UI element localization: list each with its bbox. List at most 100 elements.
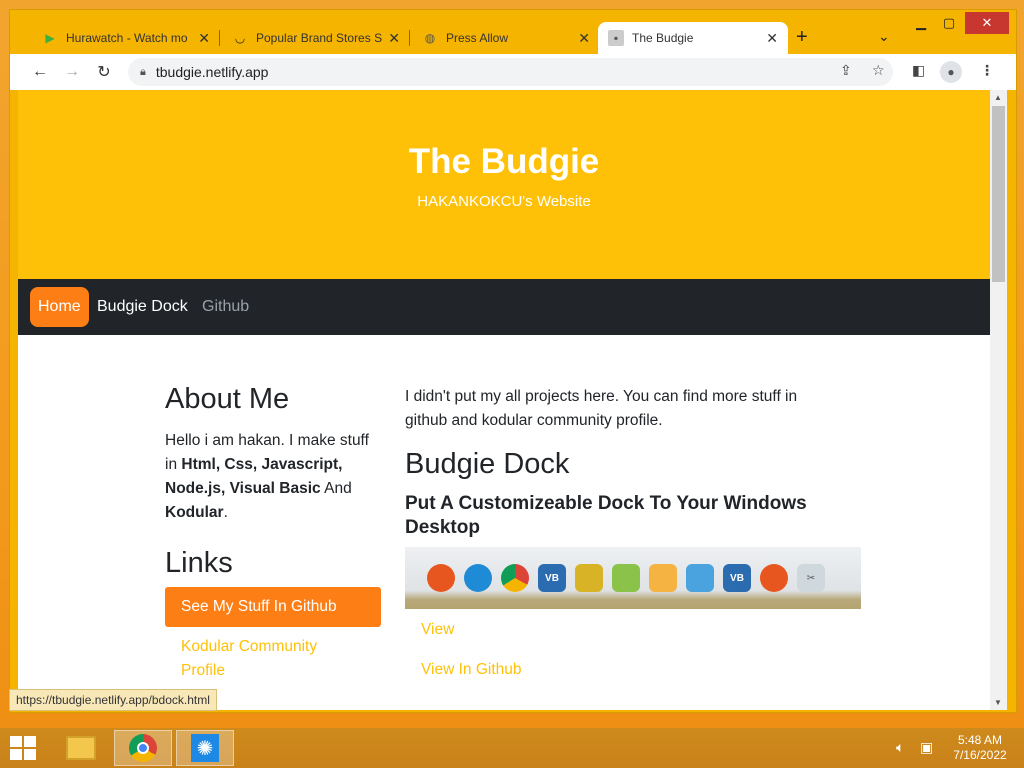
folder-blue-icon xyxy=(686,564,714,592)
kodular-profile-link[interactable]: Kodular Community Profile xyxy=(181,635,317,683)
link-status-bar: https://tbudgie.netlify.app/bdock.html xyxy=(9,689,217,711)
hero-banner: The Budgie HAKANKOKCU's Website xyxy=(18,90,990,279)
github-stuff-button[interactable]: See My Stuff In Github xyxy=(165,587,381,627)
site-title: The Budgie xyxy=(408,142,600,181)
tab-strip: ▶ Hurawatch - Watch mo ✕ ◡ Popular Brand… xyxy=(10,10,1016,54)
file-explorer-icon[interactable] xyxy=(52,730,110,766)
clock-date: 7/16/2022 xyxy=(953,748,1007,762)
about-line: Node.js, Visual Basic And xyxy=(165,477,395,501)
forward-arrow-icon[interactable]: → xyxy=(62,62,82,82)
network-icon[interactable]: ▣ xyxy=(920,739,933,756)
intro-line: I didn't put my all projects here. You c… xyxy=(405,388,798,405)
view-github-link[interactable]: View In Github xyxy=(421,658,522,682)
windows-start-icon[interactable] xyxy=(10,736,36,760)
firefox-icon xyxy=(760,564,788,592)
budgie-icon: ▪ xyxy=(608,30,624,46)
about-bold-span: Kodular xyxy=(165,504,224,521)
clock[interactable]: 5:48 AM 7/16/2022 xyxy=(948,733,1012,763)
url-text: tbudgie.netlify.app xyxy=(155,64,269,80)
tab-the-budgie[interactable]: ▪ The Budgie ✕ xyxy=(598,22,788,54)
puzzle-icon xyxy=(575,564,603,592)
browser-window: ▶ Hurawatch - Watch mo ✕ ◡ Popular Brand… xyxy=(9,9,1017,713)
profile-avatar[interactable]: ● xyxy=(940,61,962,83)
cube-icon xyxy=(612,564,640,592)
links-heading: Links xyxy=(165,547,233,579)
subheading-line: Put A Customizeable Dock To Your Windows xyxy=(405,493,807,514)
volume-muted-icon[interactable]: 🔈︎ xyxy=(896,739,904,756)
dock-screenshot: VB VB ✂ xyxy=(405,547,861,609)
site-subtitle: HAKANKOKCU's Website xyxy=(417,193,591,210)
taskbar: ✺ 🔈︎ ▣ 5:48 AM 7/16/2022 xyxy=(0,728,1024,768)
intro-text: I didn't put my all projects here. You c… xyxy=(405,385,855,433)
tab-search-chevron-icon[interactable]: ⌄ xyxy=(878,28,890,45)
star-icon[interactable]: ☆ xyxy=(872,62,885,79)
clock-time: 5:48 AM xyxy=(957,733,1003,747)
minimize-icon[interactable]: ▁ xyxy=(910,12,932,34)
address-bar[interactable]: 🔒︎ tbudgie.netlify.app xyxy=(128,58,893,86)
about-line: Hello i am hakan. I make stuff xyxy=(165,432,369,449)
share-icon[interactable]: ⇪ xyxy=(840,62,852,79)
chrome-taskbar-icon[interactable] xyxy=(114,730,172,766)
nav-budgie-dock[interactable]: Budgie Dock xyxy=(89,287,196,327)
browser-toolbar: ← → ↻ 🔒︎ tbudgie.netlify.app ⇪ ☆ ◧ ● ⋮ xyxy=(10,54,1016,90)
maximize-icon[interactable]: ▢ xyxy=(938,12,960,34)
chrome-icon xyxy=(501,564,529,592)
close-tab-icon[interactable]: ✕ xyxy=(198,30,210,47)
menu-kebab-icon[interactable]: ⋮ xyxy=(980,62,994,79)
edge-icon xyxy=(464,564,492,592)
new-tab-icon[interactable]: + xyxy=(796,26,808,49)
main-content: About Me Hello i am hakan. I make stuff … xyxy=(18,335,990,710)
tab-title: The Budgie xyxy=(632,31,694,45)
tab-title: Hurawatch - Watch mo xyxy=(66,31,188,45)
project-heading: Budgie Dock xyxy=(405,448,570,480)
nav-home[interactable]: Home xyxy=(30,287,89,327)
about-text-span: And xyxy=(320,480,352,497)
tab-title: Popular Brand Stores Sa xyxy=(256,31,383,45)
page-scrollbar[interactable]: ▲ ▼ xyxy=(990,90,1007,710)
about-bold-span: Node.js, Visual Basic xyxy=(165,480,321,497)
about-line: Kodular. xyxy=(165,501,395,525)
app-taskbar-icon[interactable]: ✺ xyxy=(176,730,234,766)
nav-github[interactable]: Github xyxy=(194,287,257,327)
back-arrow-icon[interactable]: ← xyxy=(30,62,50,82)
close-tab-icon[interactable]: ✕ xyxy=(388,30,400,47)
link-line: Profile xyxy=(181,662,225,679)
site-navbar: Home Budgie Dock Github xyxy=(18,279,990,335)
smile-icon: ◡ xyxy=(235,31,245,45)
about-text: Hello i am hakan. I make stuff in Html, … xyxy=(165,429,395,525)
side-panel-icon[interactable]: ◧ xyxy=(912,62,925,79)
link-line: Kodular Community xyxy=(181,638,318,655)
close-tab-icon[interactable]: ✕ xyxy=(578,30,590,47)
sun-icon: ✺ xyxy=(191,734,219,762)
folder-shape xyxy=(66,736,96,760)
scroll-up-icon[interactable]: ▲ xyxy=(994,93,1002,102)
about-heading: About Me xyxy=(165,383,290,415)
reload-icon[interactable]: ↻ xyxy=(94,62,114,82)
about-bold-span: Html, Css, Javascript, xyxy=(181,456,343,473)
view-link[interactable]: View xyxy=(421,618,454,642)
about-line: in Html, Css, Javascript, xyxy=(165,453,395,477)
tab-brand-stores[interactable]: ◡ Popular Brand Stores Sa ✕ xyxy=(222,22,410,54)
scroll-thumb[interactable] xyxy=(992,106,1005,282)
tab-press-allow[interactable]: ◍ Press Allow ✕ xyxy=(412,22,600,54)
chrome-logo-center xyxy=(137,742,149,754)
globe-icon: ◍ xyxy=(424,31,436,45)
scroll-down-icon[interactable]: ▼ xyxy=(994,698,1002,707)
tab-hurawatch[interactable]: ▶ Hurawatch - Watch mo ✕ xyxy=(32,22,220,54)
firefox-icon xyxy=(427,564,455,592)
intro-line: github and kodular community profile. xyxy=(405,412,663,429)
page-viewport: The Budgie HAKANKOKCU's Website Home Bud… xyxy=(18,90,990,710)
project-subheading: Put A Customizeable Dock To Your Windows… xyxy=(405,492,845,540)
chrome-logo xyxy=(129,734,157,762)
vb-icon: VB xyxy=(723,564,751,592)
about-text-span: . xyxy=(223,504,228,521)
subheading-line: Desktop xyxy=(405,517,480,538)
play-icon: ▶ xyxy=(45,31,55,45)
close-window-icon[interactable]: ✕ xyxy=(965,12,1009,34)
tab-title: Press Allow xyxy=(446,31,509,45)
about-text-span: in xyxy=(165,456,182,473)
lock-icon: 🔒︎ xyxy=(140,65,146,78)
close-tab-icon[interactable]: ✕ xyxy=(766,30,778,47)
scissors-icon: ✂ xyxy=(797,564,825,592)
folder-icon xyxy=(649,564,677,592)
